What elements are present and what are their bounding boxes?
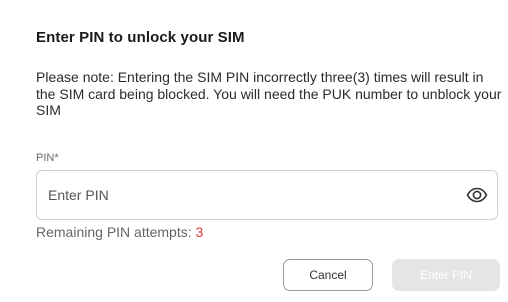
eye-icon [466,187,488,203]
dialog-title: Enter PIN to unlock your SIM [36,29,245,46]
remaining-attempts-count: 3 [195,224,204,240]
sim-pin-dialog: Enter PIN to unlock your SIM Please note… [0,0,508,302]
enter-pin-button[interactable]: Enter PIN [392,259,500,291]
pin-field [36,170,498,220]
pin-input[interactable] [37,171,447,219]
remaining-attempts: Remaining PIN attempts: 3 [36,224,203,240]
cancel-button[interactable]: Cancel [283,259,373,291]
pin-field-label: PIN* [36,152,59,164]
pin-warning-note: Please note: Entering the SIM PIN incorr… [36,69,502,118]
remaining-attempts-label: Remaining PIN attempts: [36,224,196,240]
show-pin-toggle[interactable] [465,184,489,206]
